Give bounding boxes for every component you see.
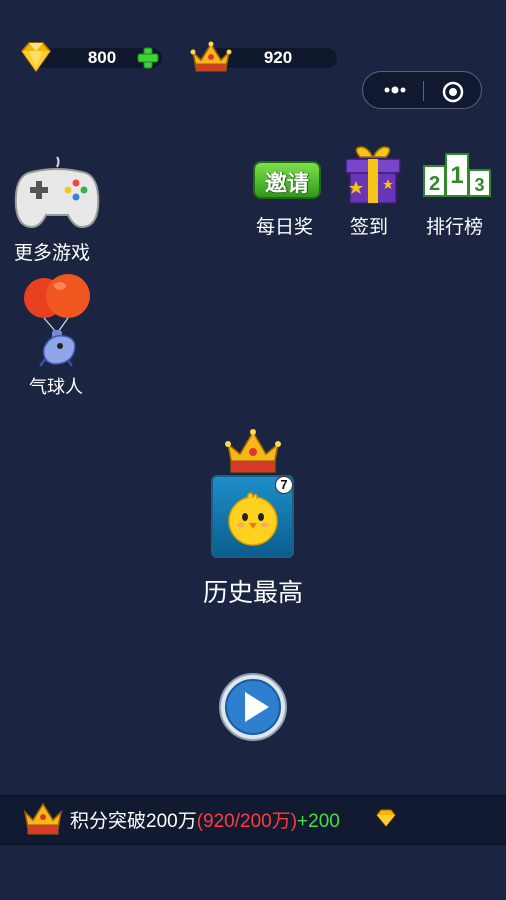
balloon-man-label: 气球人	[29, 377, 83, 397]
diamond-icon	[21, 42, 51, 73]
podium-digit-first: 1	[450, 162, 463, 189]
add-gems-icon[interactable]	[137, 47, 159, 69]
play-button[interactable]	[218, 672, 288, 742]
level-badge: 7	[275, 476, 293, 494]
podium-icon: 2 1 3	[423, 153, 491, 197]
sign-in-label: 签到	[350, 217, 389, 238]
more-games-label: 更多游戏	[14, 243, 91, 264]
record-crown-icon	[225, 429, 281, 473]
quest-prefix: 积分突破200万	[70, 811, 197, 832]
best-record-label: 历史最高	[202, 579, 303, 607]
daily-reward-label: 每日奖	[256, 217, 314, 238]
crown-icon	[190, 41, 232, 72]
invite-badge: 邀请	[253, 161, 321, 199]
more-games-button[interactable]: 更多游戏	[10, 155, 102, 265]
quest-text: 积分突破200万(920/200万)+200	[70, 806, 340, 833]
quest-crown-icon	[23, 802, 63, 835]
gamepad-icon	[14, 156, 100, 229]
sign-in-button[interactable]: 签到	[340, 145, 406, 240]
balloon-man-icon	[24, 274, 90, 367]
target-close-icon[interactable]	[441, 80, 465, 104]
podium-digit-second: 2	[429, 173, 440, 195]
balloon-man-button[interactable]: 气球人	[20, 272, 94, 397]
more-dots-icon[interactable]	[381, 78, 409, 102]
capsule-divider	[423, 81, 424, 101]
daily-reward-button[interactable]: 邀请 每日奖	[250, 155, 326, 240]
invite-badge-text: 邀请	[264, 171, 309, 196]
quest-diamond-icon	[376, 809, 396, 827]
mini-program-capsule	[362, 71, 482, 109]
chick-icon	[228, 492, 278, 546]
quest-progress: (920/200万)	[196, 811, 298, 832]
gift-box-icon	[345, 146, 401, 204]
leaderboard-label: 排行榜	[426, 217, 484, 238]
podium-digit-third: 3	[474, 175, 484, 195]
crown-count: 920	[263, 48, 293, 67]
gem-count: 800	[87, 48, 117, 67]
quest-reward: +200	[297, 811, 340, 832]
leaderboard-button[interactable]: 2 1 3 排行榜	[422, 150, 494, 240]
